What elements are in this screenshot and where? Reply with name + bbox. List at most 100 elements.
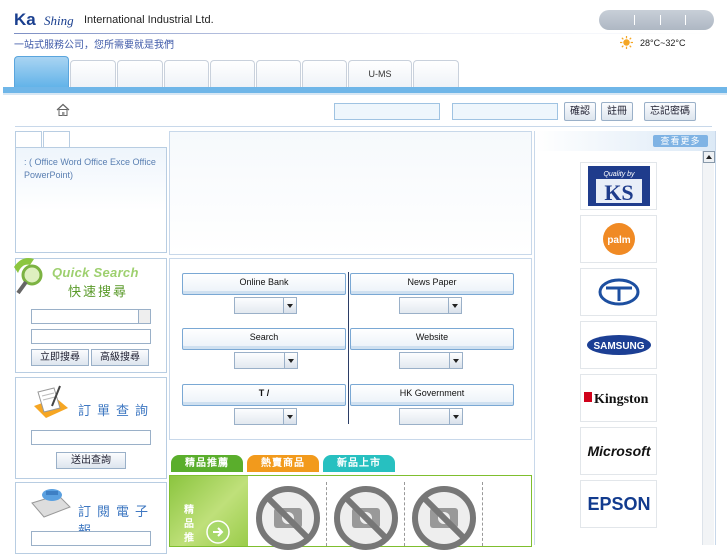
chevron-down-icon [449, 409, 462, 424]
chevron-down-icon [448, 298, 461, 313]
company-name: International Industrial Ltd. [84, 14, 214, 26]
tab-5[interactable] [256, 60, 301, 88]
transport-select[interactable] [234, 408, 297, 425]
brand-scrollbar[interactable] [702, 151, 715, 545]
news-paper-select[interactable] [399, 297, 462, 314]
chevron-down-icon [284, 353, 297, 368]
tab-8[interactable] [413, 60, 459, 88]
magnifier-icon [14, 258, 43, 295]
brand-samsung[interactable]: SAMSUNG [580, 321, 657, 369]
top-links-bar[interactable] [599, 10, 714, 30]
online-bank-label: Online Bank [182, 273, 346, 295]
home-icon[interactable] [56, 103, 70, 117]
brand-kingston[interactable]: Kingston [580, 374, 657, 422]
pill-separator [634, 15, 635, 25]
website-label: Website [350, 328, 514, 350]
tab-1[interactable] [70, 60, 116, 88]
pill-separator [685, 15, 686, 25]
samsung-logo-icon: SAMSUNG [586, 335, 651, 355]
chevron-down-icon [283, 409, 296, 424]
online-bank-select[interactable] [234, 297, 297, 314]
search-label: Search [182, 328, 346, 350]
nav-bar-shadow [3, 93, 727, 95]
quick-search-subtitle: 快速搜尋 [68, 284, 129, 299]
keyword-input[interactable] [31, 309, 151, 324]
sun-icon [620, 36, 633, 49]
tab-4[interactable] [210, 60, 255, 88]
brand-microsoft[interactable]: Microsoft [580, 427, 657, 475]
advanced-search-button[interactable]: 高級搜尋 [91, 349, 149, 366]
svg-text:Quality by: Quality by [603, 171, 635, 178]
slogan: 一站式服務公司，您所需要就是我們 [14, 40, 174, 51]
links-divider [348, 272, 349, 424]
ks-logo-icon: Quality by KS [587, 166, 650, 206]
clear-icon[interactable] [138, 310, 150, 323]
brand-column: 查看更多 Quality by KS palm SAMSUNG Kingston… [534, 131, 716, 545]
tab-home[interactable] [14, 56, 69, 89]
tab-3[interactable] [164, 60, 209, 88]
kingston-logo-icon: Kingston [583, 392, 649, 407]
svg-text:palm: palm [607, 235, 630, 246]
tab-new-products[interactable]: 新品上市 [323, 455, 395, 472]
logo-shing: Shing [44, 13, 74, 28]
info-tab-2[interactable] [43, 131, 70, 147]
brand-t[interactable] [580, 268, 657, 316]
website-select[interactable] [399, 352, 463, 369]
newsletter-email-input[interactable] [31, 531, 151, 546]
product-separator [404, 482, 405, 546]
tab-2[interactable] [117, 60, 163, 88]
confirm-button[interactable]: 確認 [564, 102, 596, 121]
svg-text:Kingston: Kingston [594, 392, 649, 407]
chevron-down-icon [283, 298, 296, 313]
quick-search-title: Quick Search [52, 265, 139, 280]
tab-6[interactable] [302, 60, 347, 88]
search-now-button[interactable]: 立即搜尋 [31, 349, 89, 366]
svg-text:KS: KS [604, 180, 633, 205]
search-engine-select[interactable] [234, 352, 298, 369]
no-image-icon[interactable] [410, 484, 478, 552]
info-text: : ( Office Word Office Exce Office Power… [24, 157, 156, 180]
palm-logo-icon: palm [602, 223, 635, 255]
password-input[interactable] [452, 103, 558, 120]
product-showcase-label-panel: 精品推 [170, 476, 248, 546]
arrow-right-icon[interactable] [206, 520, 230, 544]
brand-header: 查看更多 [535, 131, 715, 151]
forgot-password-button[interactable]: 忘記密碼 [644, 102, 696, 121]
username-input[interactable] [334, 103, 440, 120]
brand-palm[interactable]: palm [580, 215, 657, 263]
submit-query-button[interactable]: 送出查詢 [56, 452, 126, 469]
order-query-box: 訂單查詢 送出查詢 [15, 377, 167, 479]
tab-hot-products[interactable]: 熱賣商品 [247, 455, 319, 472]
no-image-icon[interactable] [332, 484, 400, 552]
quick-search-box: Quick Search 快速搜尋 立即搜尋 高級搜尋 [14, 258, 167, 373]
info-tab-1[interactable] [15, 131, 42, 147]
hk-government-select[interactable] [399, 408, 463, 425]
weather-temperature: 28°C~32°C [640, 38, 686, 48]
brand-epson[interactable]: EPSON [580, 480, 657, 528]
epson-logo-icon: EPSON [587, 494, 650, 514]
transport-label: T / [182, 384, 346, 406]
order-number-input[interactable] [31, 430, 151, 445]
tab-u-ms[interactable]: U-MS [348, 60, 412, 88]
news-paper-label: News Paper [350, 273, 514, 295]
header-divider [14, 33, 714, 34]
info-box: : ( Office Word Office Exce Office Power… [15, 147, 167, 253]
product-separator [326, 482, 327, 546]
divider [15, 126, 712, 127]
chevron-down-icon [449, 353, 462, 368]
view-more-button[interactable]: 查看更多 [653, 135, 708, 147]
banner-area [169, 131, 532, 255]
tab-featured-products[interactable]: 精品推薦 [171, 455, 243, 472]
register-button[interactable]: 註冊 [601, 102, 633, 121]
t-logo-icon [598, 278, 639, 306]
microsoft-logo-icon: Microsoft [587, 443, 651, 459]
brand-ks[interactable]: Quality by KS [580, 162, 657, 210]
scroll-up-icon[interactable] [703, 151, 715, 163]
newsletter-icon [31, 489, 71, 518]
hk-government-label: HK Government [350, 384, 514, 406]
svg-text:SAMSUNG: SAMSUNG [593, 341, 644, 352]
product-side-label: 精品推 [184, 505, 194, 544]
no-image-icon[interactable] [254, 484, 322, 552]
category-input[interactable] [31, 329, 151, 344]
product-showcase: 精品推 [169, 475, 532, 550]
